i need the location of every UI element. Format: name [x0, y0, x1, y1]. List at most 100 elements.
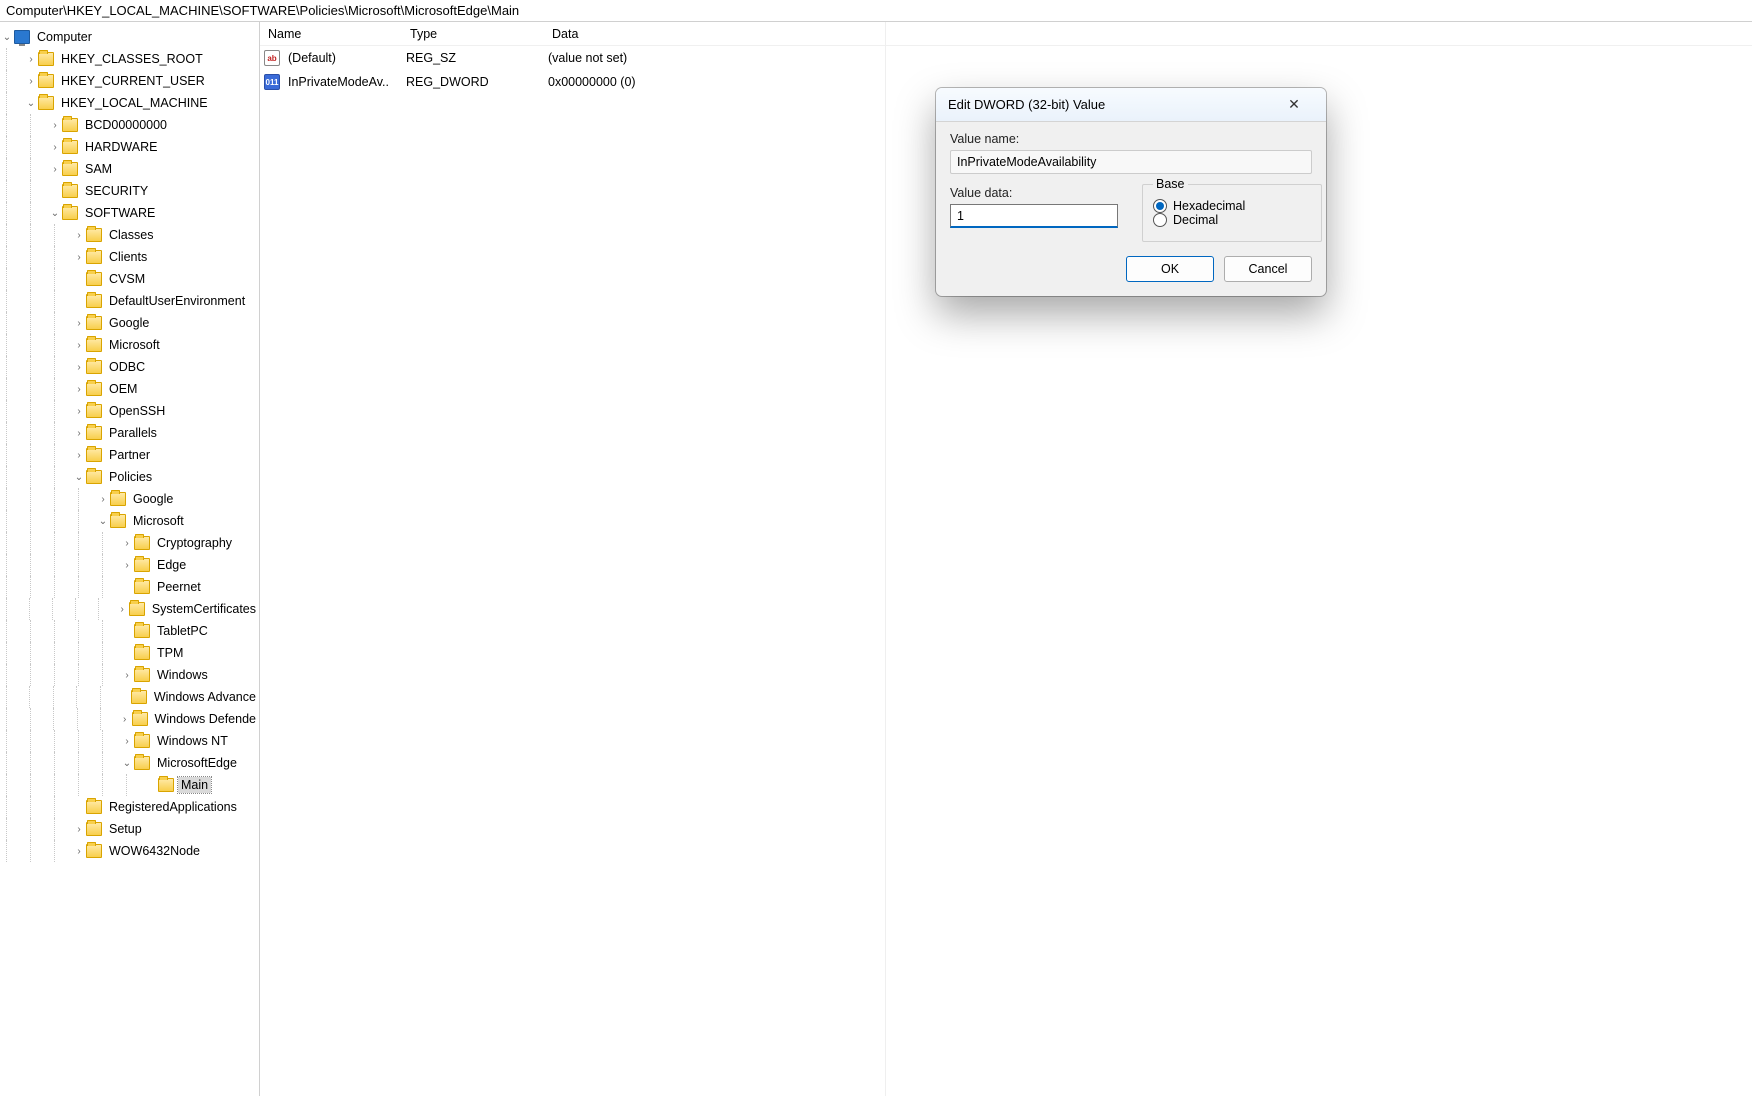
- folder-icon: [86, 822, 102, 836]
- chevron-right-icon[interactable]: ›: [72, 428, 86, 439]
- tree-item[interactable]: ›Setup: [0, 818, 259, 840]
- list-pane[interactable]: Name Type Data ab(Default)REG_SZ(value n…: [260, 22, 1752, 1096]
- tree-item[interactable]: ›Partner: [0, 444, 259, 466]
- tree-label: Windows NT: [154, 733, 231, 749]
- chevron-right-icon[interactable]: ›: [48, 142, 62, 153]
- tree-item[interactable]: ›SAM: [0, 158, 259, 180]
- chevron-right-icon[interactable]: ›: [72, 450, 86, 461]
- chevron-right-icon[interactable]: ›: [72, 406, 86, 417]
- tree-item[interactable]: › BCD00000000: [0, 114, 259, 136]
- table-row[interactable]: ab(Default)REG_SZ(value not set): [260, 46, 1752, 70]
- tree-label: Windows Defende: [152, 711, 259, 727]
- chevron-right-icon[interactable]: ›: [48, 120, 62, 131]
- tree-item[interactable]: ›SystemCertificates: [0, 598, 259, 620]
- tree-item[interactable]: TPM: [0, 642, 259, 664]
- tree-item[interactable]: ›Cryptography: [0, 532, 259, 554]
- folder-icon: [132, 712, 148, 726]
- close-icon[interactable]: ✕: [1274, 91, 1314, 119]
- tree-item[interactable]: ⌄Computer: [0, 26, 259, 48]
- chevron-right-icon[interactable]: ›: [72, 318, 86, 329]
- chevron-down-icon[interactable]: ⌄: [72, 472, 86, 483]
- tree-item[interactable]: ›OEM: [0, 378, 259, 400]
- chevron-down-icon[interactable]: ⌄: [48, 208, 62, 219]
- folder-icon: [86, 316, 102, 330]
- folder-icon: [38, 96, 54, 110]
- tree-item[interactable]: ›HKEY_CLASSES_ROOT: [0, 48, 259, 70]
- tree-item[interactable]: › Windows Defende: [0, 708, 259, 730]
- tree-item[interactable]: ›Windows: [0, 664, 259, 686]
- radio-hex[interactable]: Hexadecimal: [1153, 199, 1311, 213]
- tree-item[interactable]: Main: [0, 774, 259, 796]
- tree-pane[interactable]: ⌄Computer›HKEY_CLASSES_ROOT›HKEY_CURRENT…: [0, 22, 260, 1096]
- value-type: REG_SZ: [402, 48, 544, 68]
- tree-label: Windows Advance: [151, 689, 259, 705]
- tree-item[interactable]: ›Clients: [0, 246, 259, 268]
- tree-item[interactable]: ›WOW6432Node: [0, 840, 259, 862]
- tree-item[interactable]: ⌄Policies: [0, 466, 259, 488]
- radio-dec[interactable]: Decimal: [1153, 213, 1311, 227]
- cancel-button[interactable]: Cancel: [1224, 256, 1312, 282]
- chevron-right-icon[interactable]: ›: [72, 384, 86, 395]
- chevron-right-icon[interactable]: ›: [116, 604, 129, 615]
- tree-label: HKEY_CURRENT_USER: [58, 73, 208, 89]
- chevron-right-icon[interactable]: ›: [48, 164, 62, 175]
- folder-icon: [134, 580, 150, 594]
- radio-icon: [1153, 213, 1167, 227]
- tree-item[interactable]: › ODBC: [0, 356, 259, 378]
- chevron-down-icon[interactable]: ⌄: [120, 758, 134, 769]
- chevron-right-icon[interactable]: ›: [72, 824, 86, 835]
- col-data[interactable]: Data: [544, 24, 1752, 44]
- tree-item[interactable]: ⌄Microsoft: [0, 510, 259, 532]
- tree-item[interactable]: CVSM: [0, 268, 259, 290]
- tree-item[interactable]: › HKEY_CURRENT_USER: [0, 70, 259, 92]
- tree-item[interactable]: ›HARDWARE: [0, 136, 259, 158]
- tree-item[interactable]: ›OpenSSH: [0, 400, 259, 422]
- chevron-right-icon[interactable]: ›: [72, 230, 86, 241]
- chevron-right-icon[interactable]: ›: [24, 76, 38, 87]
- folder-icon: [62, 184, 78, 198]
- tree-item[interactable]: Windows Advance: [0, 686, 259, 708]
- tree-item[interactable]: ⌄MicrosoftEdge: [0, 752, 259, 774]
- tree-label: ODBC: [106, 359, 148, 375]
- tree-item[interactable]: ›Classes: [0, 224, 259, 246]
- tree-item[interactable]: ⌄HKEY_LOCAL_MACHINE: [0, 92, 259, 114]
- chevron-right-icon[interactable]: ›: [24, 54, 38, 65]
- chevron-right-icon[interactable]: ›: [120, 538, 134, 549]
- chevron-right-icon[interactable]: ›: [118, 714, 132, 725]
- col-type[interactable]: Type: [402, 24, 544, 44]
- tree-item[interactable]: ›Google: [0, 488, 259, 510]
- string-value-icon: ab: [264, 50, 280, 66]
- tree-item[interactable]: ›Edge: [0, 554, 259, 576]
- tree-item[interactable]: › Windows NT: [0, 730, 259, 752]
- address-bar[interactable]: Computer\HKEY_LOCAL_MACHINE\SOFTWARE\Pol…: [0, 0, 1752, 22]
- chevron-down-icon[interactable]: ⌄: [0, 32, 14, 43]
- tree-item[interactable]: Peernet: [0, 576, 259, 598]
- ok-button[interactable]: OK: [1126, 256, 1214, 282]
- tree-item[interactable]: TabletPC: [0, 620, 259, 642]
- tree-label: SOFTWARE: [82, 205, 158, 221]
- tree-item[interactable]: ›Parallels: [0, 422, 259, 444]
- chevron-right-icon[interactable]: ›: [120, 736, 134, 747]
- folder-icon: [86, 272, 102, 286]
- chevron-right-icon[interactable]: ›: [72, 252, 86, 263]
- chevron-right-icon[interactable]: ›: [72, 340, 86, 351]
- folder-icon: [129, 602, 145, 616]
- dialog-titlebar[interactable]: Edit DWORD (32-bit) Value ✕: [936, 88, 1326, 122]
- chevron-right-icon[interactable]: ›: [72, 846, 86, 857]
- chevron-down-icon[interactable]: ⌄: [96, 516, 110, 527]
- tree-item[interactable]: ›Microsoft: [0, 334, 259, 356]
- tree-label: BCD00000000: [82, 117, 170, 133]
- chevron-right-icon[interactable]: ›: [120, 670, 134, 681]
- tree-item[interactable]: ›Google: [0, 312, 259, 334]
- tree-item[interactable]: DefaultUserEnvironment: [0, 290, 259, 312]
- chevron-down-icon[interactable]: ⌄: [24, 98, 38, 109]
- chevron-right-icon[interactable]: ›: [96, 494, 110, 505]
- edit-dword-dialog: Edit DWORD (32-bit) Value ✕ Value name: …: [936, 88, 1326, 296]
- chevron-right-icon[interactable]: ›: [120, 560, 134, 571]
- value-data-input[interactable]: [950, 204, 1118, 228]
- tree-item[interactable]: ⌄ SOFTWARE: [0, 202, 259, 224]
- chevron-right-icon[interactable]: ›: [72, 362, 86, 373]
- tree-item[interactable]: RegisteredApplications: [0, 796, 259, 818]
- tree-item[interactable]: SECURITY: [0, 180, 259, 202]
- col-name[interactable]: Name: [260, 24, 402, 44]
